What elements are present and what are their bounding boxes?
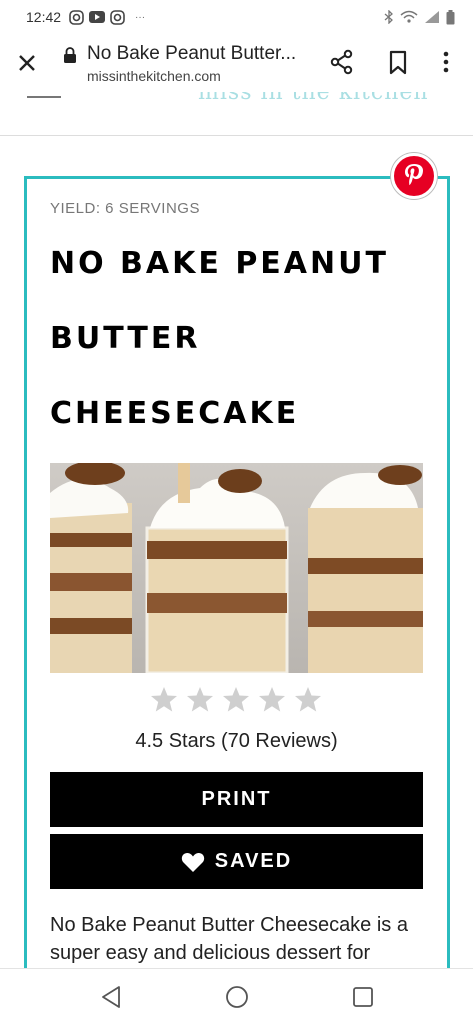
rating-stars[interactable] [150, 686, 322, 713]
hamburger-menu-icon[interactable] [27, 92, 61, 98]
recipe-title: NO BAKE PEANUT BUTTER CHEESECAKE [50, 236, 430, 461]
more-notifications-icon: ··· [135, 11, 146, 23]
pinterest-save-button[interactable] [391, 153, 437, 199]
star-icon[interactable] [222, 686, 250, 713]
bluetooth-icon [384, 10, 393, 24]
print-button[interactable]: PRINT [50, 772, 423, 827]
instagram-icon [110, 9, 125, 25]
page-title[interactable]: No Bake Peanut Butter... [87, 43, 312, 65]
recipe-title-line: BUTTER [50, 321, 201, 356]
notification-icons: ··· [69, 9, 146, 25]
status-right-icons [384, 9, 455, 25]
page-url[interactable]: missinthekitchen.com [87, 68, 221, 84]
recipe-title-line: NO BAKE PEANUT [50, 246, 389, 281]
pinterest-icon [405, 164, 423, 186]
print-button-label: PRINT [201, 788, 272, 810]
recipe-description: No Bake Peanut Butter Cheesecake is a su… [50, 914, 408, 964]
star-icon[interactable] [294, 686, 322, 713]
battery-icon [446, 9, 455, 24]
site-header: miss in the kitchen [0, 92, 473, 136]
saved-button[interactable]: SAVED [50, 834, 423, 889]
star-icon[interactable] [150, 686, 178, 713]
close-icon[interactable] [14, 50, 40, 76]
recipe-title-line: CHEESECAKE [50, 396, 300, 431]
back-icon[interactable] [100, 985, 122, 1009]
instagram-icon [69, 9, 84, 25]
home-icon[interactable] [225, 985, 249, 1009]
recipe-image [50, 463, 423, 673]
system-nav-bar [0, 968, 473, 1024]
recent-apps-icon[interactable] [352, 986, 374, 1008]
rating-summary: 4.5 Stars (70 Reviews) [135, 730, 338, 752]
status-time: 12:42 [26, 9, 62, 25]
browser-toolbar: No Bake Peanut Butter... missinthekitche… [0, 34, 473, 92]
youtube-icon [89, 11, 106, 23]
recipe-yield: YIELD: 6 SERVINGS [50, 200, 200, 217]
more-menu-icon[interactable] [436, 48, 456, 76]
wifi-icon [400, 10, 418, 23]
bookmark-icon[interactable] [386, 48, 410, 76]
lock-icon [64, 47, 76, 63]
signal-icon [425, 11, 439, 23]
status-bar: 12:42 ··· [0, 0, 473, 34]
share-icon[interactable] [328, 48, 356, 76]
heart-icon [181, 852, 204, 872]
site-logo[interactable]: miss in the kitchen [198, 92, 429, 105]
saved-button-label: SAVED [214, 850, 293, 872]
star-icon[interactable] [186, 686, 214, 713]
star-icon[interactable] [258, 686, 286, 713]
